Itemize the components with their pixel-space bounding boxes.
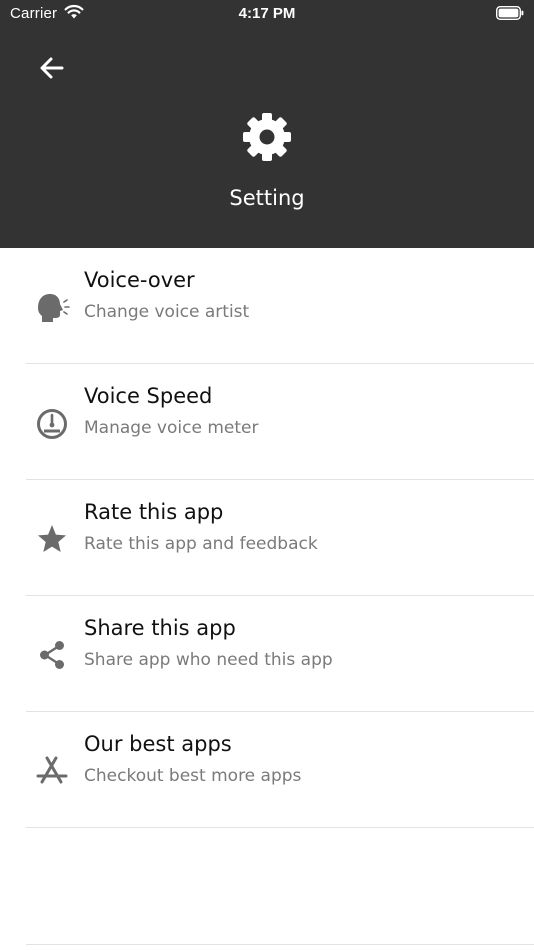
menu-item-title: Voice-over: [84, 268, 195, 292]
menu-item-title: Voice Speed: [84, 384, 213, 408]
back-arrow-icon[interactable]: [36, 52, 68, 84]
menu-item-title: Rate this app: [84, 500, 224, 524]
clock: 4:17 PM: [238, 5, 296, 22]
menu-item-subtitle: Share app who need this app: [84, 650, 333, 670]
menu-item-title: Our best apps: [84, 732, 232, 756]
menu-item-voice-over[interactable]: Voice-over Change voice artist: [0, 248, 534, 364]
menu-item-subtitle: Manage voice meter: [84, 418, 259, 438]
menu-item-subtitle: Change voice artist: [84, 302, 250, 322]
voice-speaker-icon: [38, 294, 70, 322]
menu-item-rate-app[interactable]: Rate this app Rate this app and feedback: [0, 480, 534, 596]
header: Carrier 4:17 PM Setting: [0, 0, 534, 248]
app-store-icon: [36, 756, 68, 784]
star-icon: [38, 525, 66, 552]
page-title: Setting: [229, 186, 305, 210]
share-icon: [40, 641, 64, 669]
menu-item-subtitle: Checkout best more apps: [84, 766, 302, 786]
divider: [26, 827, 534, 828]
bottom-divider: [26, 944, 534, 945]
menu-item-share-app[interactable]: Share this app Share app who need this a…: [0, 596, 534, 712]
battery-icon: [496, 6, 524, 20]
status-bar: Carrier 4:17 PM: [0, 0, 534, 28]
speedometer-icon: [37, 409, 67, 439]
menu-item-title: Share this app: [84, 616, 236, 640]
menu-item-voice-speed[interactable]: Voice Speed Manage voice meter: [0, 364, 534, 480]
menu-item-best-apps[interactable]: Our best apps Checkout best more apps: [0, 712, 534, 828]
menu-item-subtitle: Rate this app and feedback: [84, 534, 318, 554]
gear-icon: [243, 113, 291, 161]
settings-list: Voice-over Change voice artist Voice Spe…: [0, 248, 534, 828]
